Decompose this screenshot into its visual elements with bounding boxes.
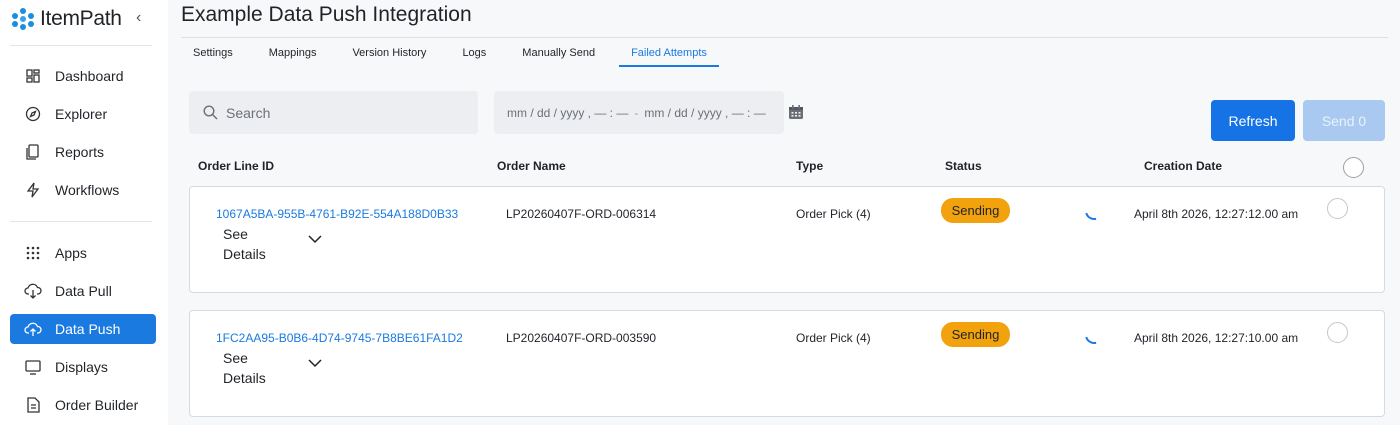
creation-date-cell: April 8th 2026, 12:27:12.00 am: [1134, 207, 1299, 221]
column-header-status: Status: [945, 159, 982, 173]
title-divider: [181, 37, 1388, 38]
sidebar-item-explorer[interactable]: Explorer: [10, 99, 156, 129]
sidebar-divider: [10, 45, 152, 46]
type-cell: Order Pick (4): [796, 331, 871, 345]
tab-version-history[interactable]: Version History: [340, 40, 438, 67]
sidebar-item-data-push[interactable]: Data Push: [10, 314, 156, 344]
row-select-checkbox[interactable]: [1327, 198, 1348, 219]
compass-icon: [23, 104, 43, 124]
loading-spinner-icon: [1081, 322, 1107, 348]
apps-grid-icon: [23, 243, 43, 263]
calendar-icon[interactable]: [788, 104, 804, 123]
chevron-down-icon[interactable]: [308, 231, 322, 249]
sidebar-item-label: Data Pull: [55, 283, 112, 299]
sidebar-divider: [10, 221, 152, 222]
sidebar-item-label: Data Push: [55, 321, 121, 337]
page-title: Example Data Push Integration: [181, 3, 472, 26]
tab-bar: Settings Mappings Version History Logs M…: [181, 40, 731, 67]
sidebar-item-order-builder[interactable]: Order Builder: [10, 390, 156, 420]
select-all-checkbox[interactable]: [1343, 157, 1364, 178]
refresh-button[interactable]: Refresh: [1211, 100, 1295, 141]
status-badge: Sending: [941, 198, 1010, 223]
row-select-checkbox[interactable]: [1327, 322, 1348, 343]
sidebar-item-apps[interactable]: Apps: [10, 238, 156, 268]
sidebar-item-reports[interactable]: Reports: [10, 137, 156, 167]
sidebar-item-label: Apps: [55, 245, 87, 261]
sidebar-item-workflows[interactable]: Workflows: [10, 175, 156, 205]
order-name-cell: LP20260407F-ORD-006314: [506, 207, 657, 221]
tab-mappings[interactable]: Mappings: [257, 40, 329, 67]
reports-icon: [23, 142, 43, 162]
column-header-order-name: Order Name: [497, 159, 566, 173]
sidebar: ItemPath ‹ Dashboard Explorer Reports Wo…: [0, 0, 168, 425]
tab-manually-send[interactable]: Manually Send: [510, 40, 607, 67]
sidebar-item-label: Reports: [55, 144, 105, 160]
see-details-toggle[interactable]: See Details: [223, 224, 293, 264]
search-icon: [203, 105, 218, 120]
see-details-toggle[interactable]: See Details: [223, 348, 293, 388]
tab-settings[interactable]: Settings: [181, 40, 245, 67]
collapse-sidebar-icon[interactable]: ‹: [136, 9, 141, 27]
date-end-field[interactable]: mm / dd / yyyy , — : —: [644, 106, 765, 120]
logo-text: ItemPath: [40, 7, 122, 30]
cloud-download-icon: [23, 281, 43, 301]
send-button[interactable]: Send 0: [1303, 100, 1385, 141]
monitor-icon: [23, 357, 43, 377]
column-header-type: Type: [796, 159, 824, 173]
document-icon: [23, 395, 43, 415]
order-line-id-link[interactable]: 1FC2AA95-B0B6-4D74-9745-7B8BE61FA1D2: [216, 331, 463, 345]
sidebar-item-label: Order Builder: [55, 397, 139, 413]
sidebar-item-label: Displays: [55, 359, 108, 375]
sidebar-item-dashboard[interactable]: Dashboard: [10, 61, 156, 91]
search-box: [189, 91, 478, 134]
type-cell: Order Pick (4): [796, 207, 871, 221]
creation-date-cell: April 8th 2026, 12:27:10.00 am: [1134, 331, 1299, 345]
sidebar-item-label: Dashboard: [55, 68, 124, 84]
itempath-logo-icon: [12, 8, 34, 30]
search-input[interactable]: [226, 104, 466, 121]
chevron-down-icon[interactable]: [308, 355, 322, 373]
lightning-icon: [23, 180, 43, 200]
sidebar-item-label: Explorer: [55, 106, 108, 122]
date-start-field[interactable]: mm / dd / yyyy , — : —: [507, 106, 628, 120]
loading-spinner-icon: [1081, 198, 1107, 224]
main-content: Example Data Push Integration Settings M…: [168, 0, 1400, 425]
table-row: 1FC2AA95-B0B6-4D74-9745-7B8BE61FA1D2 LP2…: [189, 310, 1385, 417]
dashboard-icon: [23, 66, 43, 86]
sidebar-item-label: Workflows: [55, 182, 120, 198]
column-header-creation-date: Creation Date: [1144, 159, 1223, 173]
order-name-cell: LP20260407F-ORD-003590: [506, 331, 657, 345]
sidebar-item-displays[interactable]: Displays: [10, 352, 156, 382]
table-row: 1067A5BA-955B-4761-B92E-554A188D0B33 LP2…: [189, 186, 1385, 293]
cloud-upload-icon: [23, 319, 43, 339]
order-line-id-link[interactable]: 1067A5BA-955B-4761-B92E-554A188D0B33: [216, 207, 458, 221]
itempath-logo[interactable]: ItemPath: [12, 6, 122, 32]
tab-failed-attempts[interactable]: Failed Attempts: [619, 40, 719, 67]
date-range-separator: -: [634, 105, 639, 120]
column-header-order-line-id: Order Line ID: [198, 159, 275, 173]
tab-logs[interactable]: Logs: [450, 40, 498, 67]
date-range-picker[interactable]: mm / dd / yyyy , — : — - mm / dd / yyyy …: [494, 91, 803, 134]
status-badge: Sending: [941, 322, 1010, 347]
sidebar-item-data-pull[interactable]: Data Pull: [10, 276, 156, 306]
